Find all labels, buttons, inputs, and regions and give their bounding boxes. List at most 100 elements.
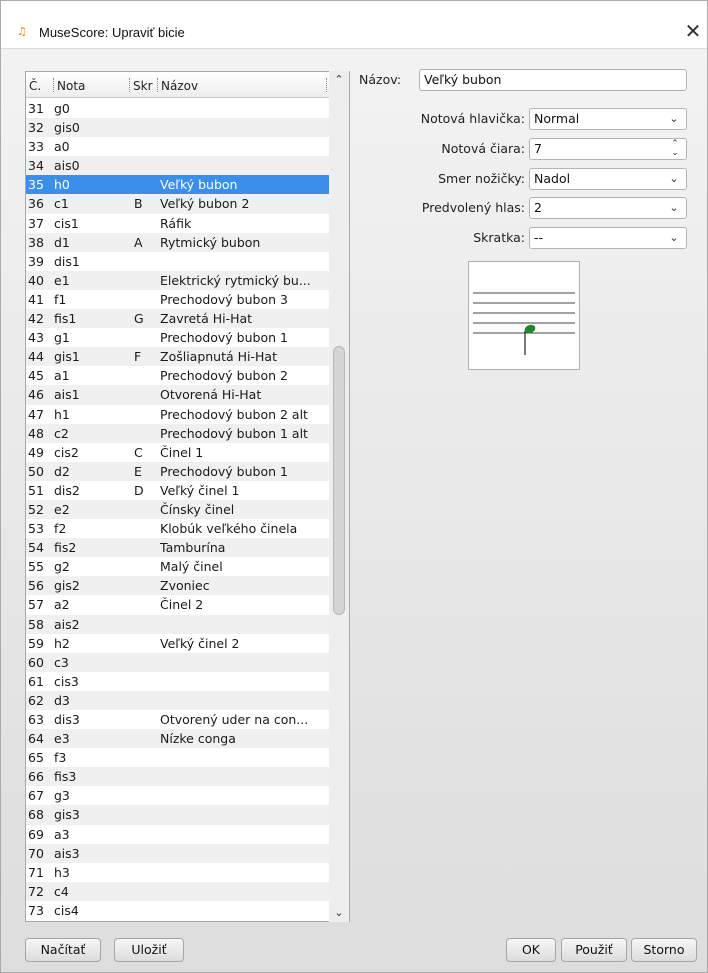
row-number: 65 <box>28 750 44 766</box>
column-separator[interactable] <box>326 78 327 92</box>
table-row[interactable]: 39 dis1 <box>26 252 331 271</box>
close-button[interactable]: ✕ <box>681 19 705 43</box>
table-row[interactable]: 43 g1 Prechodový bubon 1 <box>26 328 331 347</box>
column-header-number[interactable]: Č. <box>29 78 41 94</box>
drum-table[interactable]: Č. Nota Skr Názov 31 g0 32 gis0 33 a0 34 ais0 35… <box>25 71 350 922</box>
table-row[interactable]: 38 d1 A Rytmický bubon <box>26 232 331 252</box>
row-number: 59 <box>28 635 44 651</box>
row-number: 57 <box>28 597 44 613</box>
table-row[interactable]: 58 ais2 <box>26 614 331 634</box>
table-row[interactable]: 57 a2 Činel 2 <box>26 595 331 614</box>
cancel-button[interactable]: Storno <box>631 938 697 962</box>
table-row-selected[interactable]: 35 h0 Veľký bubon <box>26 175 331 195</box>
row-number: 43 <box>28 330 44 346</box>
shortcut-value: -- <box>534 230 544 245</box>
table-row[interactable]: 47 h1 Prechodový bubon 2 alt <box>26 405 331 424</box>
table-row[interactable]: 55 g2 Malý činel <box>26 557 331 576</box>
table-row[interactable]: 42 fis1 G Zavretá Hi-Hat <box>26 309 331 329</box>
column-header-note[interactable]: Nota <box>57 78 85 94</box>
table-row[interactable]: 31 g0 <box>26 99 331 118</box>
row-name: Čínsky činel <box>160 501 235 517</box>
table-row[interactable]: 61 cis3 <box>26 672 331 691</box>
stem-direction-label: Smer nožičky: <box>438 171 525 186</box>
edit-drumset-dialog: ♫ MuseScore: Upraviť bicie ✕ Č. Nota Skr… <box>0 0 708 973</box>
table-row[interactable]: 64 e3 Nízke conga <box>26 729 331 749</box>
row-name: Veľký bubon <box>160 177 238 193</box>
row-note: c3 <box>54 654 69 670</box>
apply-button[interactable]: Použiť <box>561 938 627 962</box>
table-row[interactable]: 34 ais0 <box>26 156 331 176</box>
table-row[interactable]: 52 e2 Čínsky činel <box>26 499 331 520</box>
table-scrollbar[interactable]: ⌃ ⌄ <box>329 71 349 922</box>
table-row[interactable]: 62 d3 <box>26 690 331 710</box>
load-button[interactable]: Načítať <box>25 938 101 962</box>
staff-line-spinbox[interactable]: 7 ⌃ ⌄ <box>529 138 687 160</box>
table-row[interactable]: 60 c3 <box>26 652 331 672</box>
stem-direction-select[interactable]: Nadol ⌄ <box>529 168 687 190</box>
table-row[interactable]: 32 gis0 <box>26 118 331 138</box>
table-row[interactable]: 49 cis2 C Činel 1 <box>26 443 331 462</box>
row-number: 37 <box>28 215 44 231</box>
default-voice-label: Predvolený hlas: <box>421 200 525 215</box>
row-name: Veľký činel 2 <box>160 635 240 651</box>
spin-arrows-icon[interactable]: ⌃ ⌄ <box>669 140 681 158</box>
row-shortcut: F <box>134 349 142 365</box>
table-row[interactable]: 48 c2 Prechodový bubon 1 alt <box>26 423 331 443</box>
row-number: 63 <box>28 712 44 727</box>
row-number: 62 <box>28 692 44 708</box>
table-row[interactable]: 37 cis1 Ráfik <box>26 214 331 233</box>
scroll-thumb[interactable] <box>333 345 345 615</box>
row-note: c1 <box>54 196 69 212</box>
row-number: 67 <box>28 788 44 804</box>
table-row[interactable]: 54 fis2 Tamburína <box>26 538 331 558</box>
table-row[interactable]: 50 d2 E Prechodový bubon 1 <box>26 461 331 481</box>
row-note: ais2 <box>54 616 80 632</box>
table-row[interactable]: 44 gis1 F Zošliapnutá Hi-Hat <box>26 347 331 367</box>
row-number: 34 <box>28 158 44 174</box>
scroll-up-arrow-icon[interactable]: ⌃ <box>329 71 349 89</box>
default-voice-select[interactable]: 2 ⌄ <box>529 197 687 219</box>
table-row[interactable]: 63 dis3 Otvorený uder na con... <box>26 710 331 729</box>
table-row[interactable]: 65 f3 <box>26 748 331 767</box>
table-row[interactable]: 46 ais1 Otvorená Hi-Hat <box>26 385 331 405</box>
save-button[interactable]: Uložiť <box>114 938 184 962</box>
row-number: 68 <box>28 807 44 823</box>
table-row[interactable]: 59 h2 Veľký činel 2 <box>26 634 331 653</box>
table-row[interactable]: 40 e1 Elektrický rytmický bu... <box>26 270 331 290</box>
table-row[interactable]: 53 f2 Klobúk veľkého činela <box>26 519 331 538</box>
name-input[interactable]: Veľký bubon <box>419 69 687 91</box>
row-note: h2 <box>54 635 70 651</box>
scroll-track[interactable] <box>331 89 347 904</box>
table-row[interactable]: 51 dis2 D Veľký činel 1 <box>26 481 331 500</box>
table-row[interactable]: 56 gis2 Zvoniec <box>26 576 331 596</box>
row-note: gis0 <box>54 120 80 136</box>
table-row[interactable]: 45 a1 Prechodový bubon 2 <box>26 366 331 385</box>
row-note: dis3 <box>54 712 80 727</box>
row-number: 49 <box>28 444 44 460</box>
row-note: fis2 <box>54 540 77 556</box>
shortcut-select[interactable]: -- ⌄ <box>529 227 687 249</box>
ok-button[interactable]: OK <box>506 938 556 962</box>
table-row[interactable]: 33 a0 <box>26 137 331 156</box>
name-label: Názov: <box>359 72 402 87</box>
column-separator[interactable] <box>157 78 158 92</box>
column-header-shortcut[interactable]: Skr <box>133 78 153 94</box>
table-row[interactable]: 72 c4 <box>26 881 331 901</box>
column-separator[interactable] <box>53 78 54 92</box>
table-row[interactable]: 69 a3 <box>26 825 331 844</box>
table-row[interactable]: 70 ais3 <box>26 843 331 863</box>
scroll-down-arrow-icon[interactable]: ⌄ <box>329 904 349 922</box>
column-header-name[interactable]: Názov <box>161 78 198 94</box>
notehead-select[interactable]: Normal ⌄ <box>529 108 687 130</box>
table-row[interactable]: 68 gis3 <box>26 805 331 825</box>
table-row[interactable]: 67 g3 <box>26 786 331 805</box>
table-row[interactable]: 36 c1 B Veľký bubon 2 <box>26 194 331 214</box>
spin-down-icon[interactable]: ⌄ <box>669 149 681 158</box>
row-name: Prechodový bubon 1 alt <box>160 425 308 441</box>
table-row[interactable]: 66 fis3 <box>26 767 331 787</box>
table-row[interactable]: 73 cis4 <box>26 901 331 920</box>
table-row[interactable]: 41 f1 Prechodový bubon 3 <box>26 290 331 309</box>
row-shortcut: G <box>134 311 144 327</box>
column-separator[interactable] <box>129 78 130 92</box>
table-row[interactable]: 71 h3 <box>26 863 331 882</box>
